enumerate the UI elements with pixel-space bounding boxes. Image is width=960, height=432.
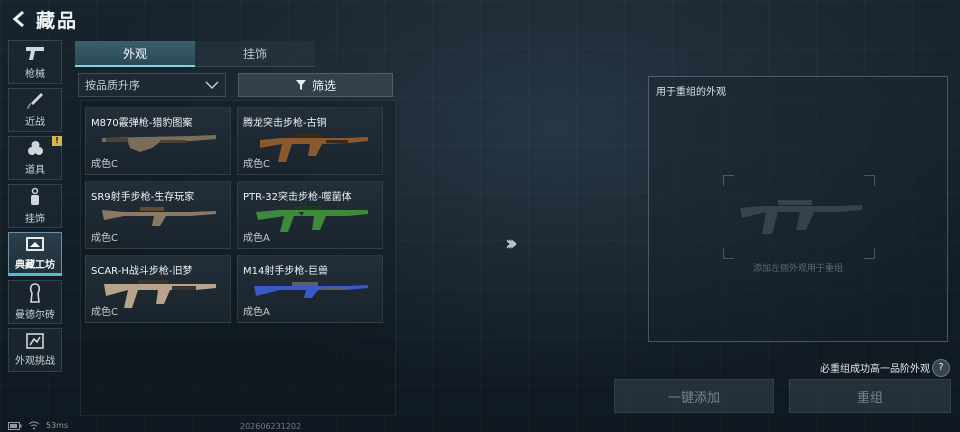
sidebar-item-label: 挂饰 — [25, 214, 45, 225]
recombine-panel: 用于重组的外观 添加左侧外观用于重组 — [648, 76, 948, 342]
back-arrow-icon — [12, 10, 24, 28]
challenge-icon — [26, 333, 44, 349]
sidebar-item-guns[interactable]: 枪械 — [8, 40, 62, 84]
tab-appearance[interactable]: 外观 — [75, 41, 195, 67]
marksman-rifle-image — [254, 282, 368, 298]
sidebar-item-items[interactable]: ! 道具 — [8, 136, 62, 180]
build-id: 202606231202 — [240, 422, 302, 431]
chevrons-right-icon: ››› — [505, 231, 519, 255]
sidebar-item-label: 曼德尔砖 — [15, 310, 55, 321]
sidebar-item-melee[interactable]: 近战 — [8, 88, 62, 132]
skin-card[interactable]: SCAR-H战斗步枪-旧梦 成色C — [85, 255, 231, 323]
battery-icon — [8, 421, 22, 430]
recombine-slot[interactable] — [723, 175, 875, 259]
charm-icon — [31, 187, 39, 205]
top-bar: 藏品 — [0, 0, 300, 38]
skin-card[interactable]: 腾龙突击步枪-古铜 成色C — [237, 107, 383, 175]
recombine-button[interactable]: 重组 — [789, 379, 951, 413]
sidebar-item-label: 外观挑战 — [15, 356, 55, 367]
workshop-icon — [26, 237, 44, 251]
pistol-icon — [26, 47, 44, 60]
notification-badge: ! — [52, 136, 62, 146]
skin-grade: 成色A — [243, 233, 270, 244]
ping-value: 53ms — [46, 421, 69, 430]
back-button[interactable] — [6, 6, 32, 32]
page-title: 藏品 — [36, 9, 79, 32]
sidebar-item-label: 典藏工坊 — [15, 260, 55, 271]
recombine-title: 用于重组的外观 — [656, 87, 726, 98]
sidebar-item-workshop[interactable]: 典藏工坊 — [8, 232, 62, 276]
sort-dropdown-label: 按品质升序 — [85, 79, 140, 92]
skin-card[interactable]: M14射手步枪-巨兽 成色A — [237, 255, 383, 323]
skin-list: M870霰弹枪-猎豹图案 成色C 腾龙突击步枪-古铜 成色C SR9射手步枪-生… — [80, 100, 396, 416]
sidebar-item-label: 近战 — [25, 117, 45, 128]
sidebar-item-challenge[interactable]: 外观挑战 — [8, 328, 62, 372]
help-icon[interactable]: ? — [932, 359, 950, 377]
quick-add-button[interactable]: 一键添加 — [614, 379, 774, 413]
skin-card[interactable]: M870霰弹枪-猎豹图案 成色C — [85, 107, 231, 175]
sidebar: 枪械 近战 ! 道具 挂饰 典藏工坊 曼德尔砖 外观挑战 — [8, 40, 64, 376]
recombine-hint: 添加左侧外观用于重组 — [752, 264, 843, 274]
tab-bar: 外观 挂饰 — [75, 41, 315, 67]
status-bar: 53ms — [8, 421, 68, 430]
sidebar-item-mandel-brick[interactable]: 曼德尔砖 — [8, 280, 62, 324]
rifle-placeholder-icon — [740, 200, 862, 234]
marksman-rifle-image — [102, 207, 216, 226]
skin-card[interactable]: SR9射手步枪-生存玩家 成色C — [85, 181, 231, 249]
chevron-down-icon — [205, 81, 219, 89]
wifi-icon — [28, 421, 40, 430]
knife-icon — [27, 93, 43, 109]
skin-grade: 成色C — [91, 159, 118, 170]
skin-grade: 成色C — [91, 233, 118, 244]
sidebar-item-charms[interactable]: 挂饰 — [8, 184, 62, 228]
filter-button-label: 筛选 — [311, 78, 336, 93]
filter-button[interactable]: 筛选 — [238, 73, 393, 97]
brick-icon — [29, 283, 41, 303]
grenade-icon — [28, 141, 43, 155]
skin-grade: 成色A — [243, 307, 270, 318]
filter-icon — [295, 80, 306, 90]
skin-grade: 成色C — [91, 307, 118, 318]
guarantee-text: 必重组成功高一品阶外观 — [820, 364, 930, 375]
sidebar-item-label: 道具 — [25, 165, 45, 176]
skin-card[interactable]: PTR-32突击步枪-噬菌体 成色A — [237, 181, 383, 249]
sort-dropdown[interactable]: 按品质升序 — [78, 73, 226, 97]
skin-grade: 成色C — [243, 159, 270, 170]
shotgun-image — [102, 135, 216, 152]
sidebar-item-label: 枪械 — [25, 69, 45, 80]
tab-charms[interactable]: 挂饰 — [195, 41, 315, 67]
